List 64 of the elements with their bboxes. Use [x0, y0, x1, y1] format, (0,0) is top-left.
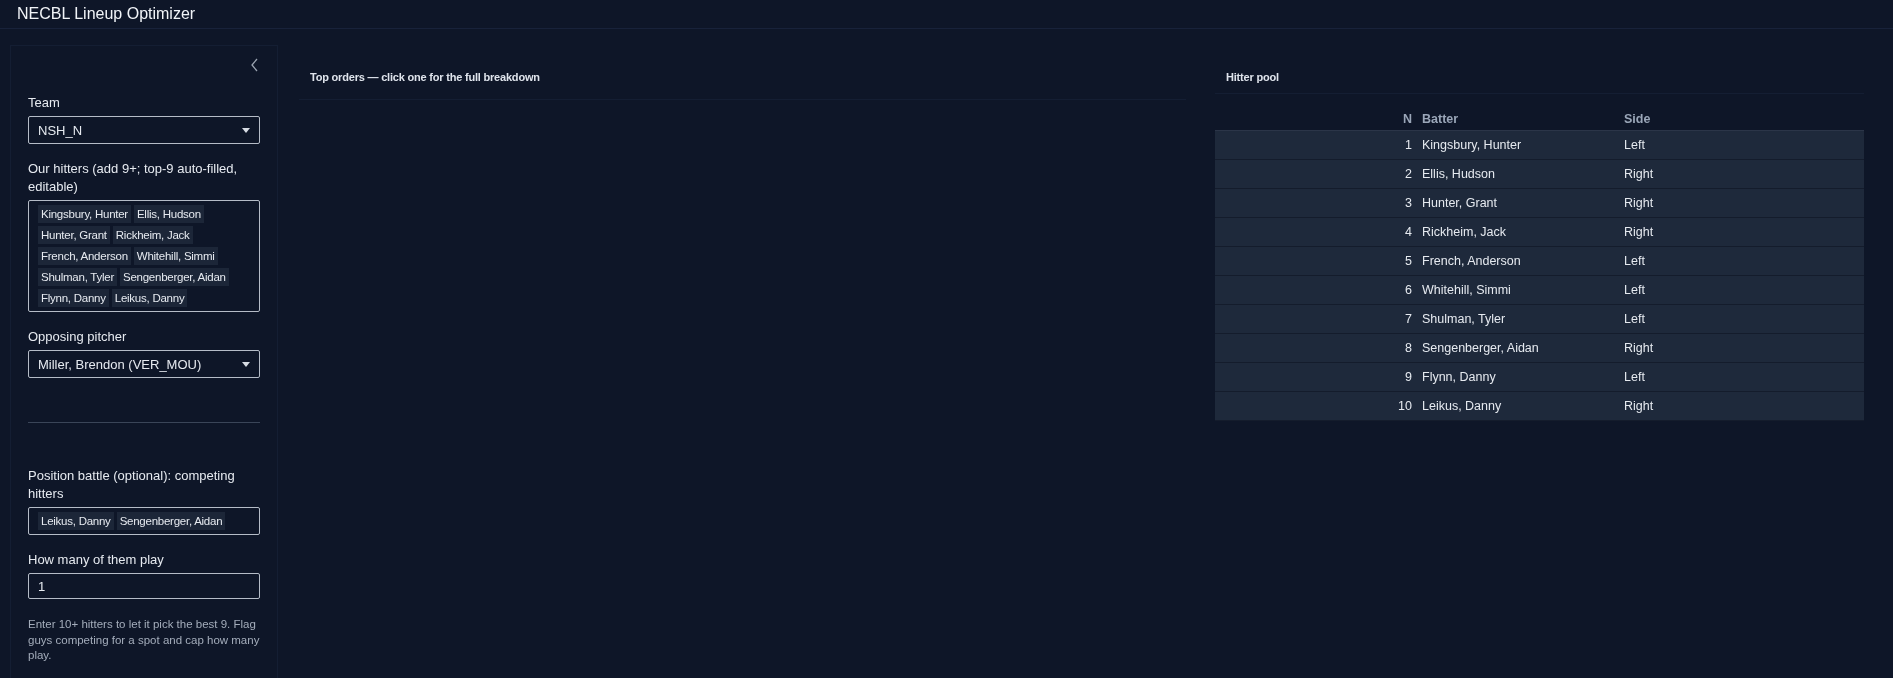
column-header: Side [1619, 108, 1864, 131]
table-cell: 9 [1215, 362, 1417, 392]
hitter-tag[interactable]: Sengenberger, Aidan [120, 268, 229, 286]
table-cell: Right [1619, 159, 1864, 189]
table-cell: Right [1619, 333, 1864, 363]
table-cell: Rickheim, Jack [1417, 217, 1619, 247]
table-cell: Ellis, Hudson [1417, 159, 1619, 189]
hitter-tag[interactable]: Shulman, Tyler [38, 268, 117, 286]
multi-select-field[interactable]: Leikus, Danny Sengenberger, Aidan [28, 507, 260, 535]
hitter-tag[interactable]: Kingsbury, Hunter [38, 205, 131, 223]
field-label: Our hitters (add 9+; top-9 auto-filled, editable) [28, 160, 239, 196]
column-header: N [1215, 108, 1417, 131]
hitter-tag[interactable]: Rickheim, Jack [112, 226, 193, 244]
hitter-tag[interactable]: Ellis, Hudson [133, 205, 204, 223]
table-cell: 4 [1215, 217, 1417, 247]
table-cell: Left [1619, 275, 1864, 305]
help-text: Enter 10+ hitters to let it pick the best 9. Flag guys competing for a spot and cap how many play. [28, 617, 260, 663]
multi-select-field[interactable]: Kingsbury, Hunter Ellis, Hudson Hunter, Grant Rickheim, Jack French, Anderson Whitehill, Simmi Shulman, Tyler Sengenberger, Aidan Flynn, Danny Leikus, Danny [28, 200, 260, 312]
hitter-tag[interactable]: French, Anderson [38, 247, 131, 265]
table-cell: 5 [1215, 246, 1417, 276]
section-title: Top orders — click one for the full breakdown [299, 45, 1186, 100]
table-cell: Kingsbury, Hunter [1417, 130, 1619, 160]
table-cell: 8 [1215, 333, 1417, 363]
hitter-tag[interactable]: Sengenberger, Aidan [116, 512, 226, 530]
pitcher-dropdown[interactable]: Miller, Brendon (VER_MOU) [28, 350, 260, 378]
caret-icon [242, 127, 250, 133]
table-cell: Left [1619, 130, 1864, 160]
table-cell: Flynn, Danny [1417, 362, 1619, 392]
number-input[interactable]: 1 [28, 573, 260, 599]
table-cell: Left [1619, 246, 1864, 276]
table-cell: Right [1619, 391, 1864, 421]
table-cell: Shulman, Tyler [1417, 304, 1619, 334]
table-cell: 3 [1215, 188, 1417, 218]
table-cell: 2 [1215, 159, 1417, 189]
table-cell: 1 [1215, 130, 1417, 160]
table-cell: Leikus, Danny [1417, 391, 1619, 421]
select-value: Miller, Brendon (VER_MOU) [38, 356, 202, 372]
field-label: Opposing pitcher [28, 328, 128, 346]
table-cell: 7 [1215, 304, 1417, 334]
hitter-tag[interactable]: Hunter, Grant [38, 226, 110, 244]
table-cell: Left [1619, 304, 1864, 334]
hitter-tag[interactable]: Leikus, Danny [38, 512, 114, 530]
hitter-tag[interactable]: Flynn, Danny [38, 289, 109, 307]
team-dropdown[interactable]: NSH_N [28, 116, 260, 144]
table-cell: Hunter, Grant [1417, 188, 1619, 218]
section-title: Hitter pool [1215, 45, 1864, 94]
field-label: Position battle (optional): competing hitters [28, 467, 236, 503]
field-label: How many of them play [28, 551, 165, 569]
table-cell: Sengenberger, Aidan [1417, 333, 1619, 363]
app-title: NECBL Lineup Optimizer [17, 5, 196, 23]
table-cell: French, Anderson [1417, 246, 1619, 276]
table-cell: Whitehill, Simmi [1417, 275, 1619, 305]
table-cell: Right [1619, 188, 1864, 218]
table-cell: Right [1619, 217, 1864, 247]
table-cell: Left [1619, 362, 1864, 392]
column-header: Batter [1417, 108, 1619, 131]
hitter-tag[interactable]: Leikus, Danny [111, 289, 188, 307]
select-value: NSH_N [38, 122, 83, 138]
chevron-left-icon [250, 58, 260, 72]
table-cell: 10 [1215, 391, 1417, 421]
field-label: Team [28, 94, 61, 112]
table-cell: 6 [1215, 275, 1417, 305]
hitter-tag[interactable]: Whitehill, Simmi [133, 247, 218, 265]
caret-icon [242, 361, 250, 367]
